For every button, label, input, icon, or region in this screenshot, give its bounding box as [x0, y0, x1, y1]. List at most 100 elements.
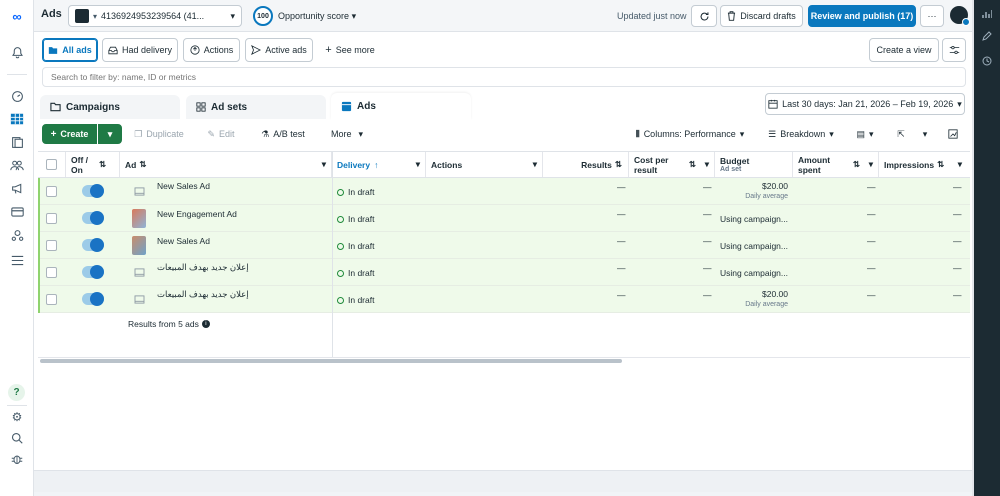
pages-icon[interactable] — [9, 134, 25, 150]
business-tools-icon[interactable] — [9, 227, 25, 243]
header-delivery[interactable]: Delivery ↑ ▾ — [332, 152, 426, 177]
header-label: Delivery — [337, 159, 371, 170]
header-off-on[interactable]: Off / On ⇅ — [66, 152, 120, 177]
export-button[interactable]: ⇱ — [890, 124, 912, 144]
breakdown-button[interactable]: ☰ Breakdown ▾ — [760, 124, 842, 144]
ad-thumbnail-placeholder — [132, 182, 146, 201]
review-and-publish-button[interactable]: Review and publish (17) — [808, 5, 916, 27]
row-checkbox[interactable] — [46, 294, 57, 305]
table-row[interactable]: New Sales Ad In draft — — $20.00 Daily a… — [38, 178, 970, 205]
more-options-button[interactable]: ··· — [920, 5, 944, 27]
ad-name[interactable]: إعلان جديد بهدف المبيعات — [157, 262, 249, 273]
results-value: — — [617, 236, 626, 246]
delivery-label: In draft — [348, 241, 375, 251]
tab-ad-sets[interactable]: Ad sets — [186, 95, 326, 119]
inbox-icon — [108, 46, 118, 54]
header-amount-spent[interactable]: Amount spent ⇅ ▾ — [793, 152, 879, 177]
charts-button[interactable] — [942, 124, 964, 144]
on-off-toggle[interactable] — [82, 238, 104, 252]
refresh-button[interactable] — [691, 5, 717, 27]
row-status-border — [38, 178, 40, 205]
tab-campaigns[interactable]: Campaigns — [40, 95, 180, 119]
ad-thumbnail-placeholder — [132, 290, 146, 309]
help-icon[interactable]: ? — [8, 384, 25, 401]
row-checkbox[interactable] — [46, 213, 57, 224]
table-row[interactable]: إعلان جديد بهدف المبيعات In draft — — Us… — [38, 259, 970, 286]
edit-button[interactable]: ✎ Edit — [198, 124, 244, 144]
results-value: — — [617, 182, 626, 192]
image-placeholder-icon — [134, 295, 144, 304]
row-checkbox[interactable] — [46, 240, 57, 251]
table-row[interactable]: New Sales Ad In draft — — Using campaign… — [38, 232, 970, 259]
filter-actions[interactable]: Actions — [183, 38, 240, 62]
ad-name[interactable]: New Sales Ad — [157, 181, 210, 191]
header-impressions[interactable]: Impressions ⇅ ▾ — [879, 152, 970, 177]
user-avatar[interactable] — [950, 6, 970, 26]
megaphone-icon[interactable] — [9, 180, 25, 196]
ads-manager-table-icon[interactable] — [9, 111, 25, 127]
audiences-people-icon[interactable] — [9, 157, 25, 173]
filter-all-ads[interactable]: All ads — [42, 38, 98, 62]
table-row[interactable]: New Engagement Ad In draft — — Using cam… — [38, 205, 970, 232]
ad-name[interactable]: إعلان جديد بهدف المبيعات — [157, 289, 249, 300]
duplicate-icon: ❐ — [134, 128, 143, 139]
tab-ads[interactable]: Ads — [331, 93, 471, 120]
opportunity-score-label[interactable]: Opportunity score ▾ — [278, 11, 356, 22]
date-range-picker[interactable]: Last 30 days: Jan 21, 2026 – Feb 19, 202… — [765, 93, 965, 115]
search-icon[interactable] — [9, 430, 25, 446]
ad-name[interactable]: New Sales Ad — [157, 236, 210, 246]
opportunity-score-badge[interactable]: 100 — [253, 6, 273, 26]
see-more-button[interactable]: + See more — [320, 38, 380, 62]
ab-test-button[interactable]: ⚗ A/B test — [254, 124, 312, 144]
meta-logo-icon[interactable]: ∞ — [9, 8, 25, 24]
create-view-button[interactable]: Create a view — [869, 38, 939, 62]
duplicate-button[interactable]: ❐ Duplicate — [128, 124, 190, 144]
row-checkbox[interactable] — [46, 267, 57, 278]
header-budget[interactable]: Budget Ad set — [715, 152, 793, 177]
horizontal-scrollbar[interactable] — [40, 359, 622, 363]
create-dropdown-button[interactable]: ▾ — [98, 124, 122, 144]
filter-active-ads[interactable]: Active ads — [245, 38, 313, 62]
more-button[interactable]: More — [326, 124, 368, 144]
columns-button[interactable]: ⦀ Columns: Performance ▾ — [627, 124, 753, 144]
export-dropdown-button[interactable]: ▾ — [914, 124, 936, 144]
header-ad[interactable]: Ad ⇅ ▾ — [120, 152, 332, 177]
info-icon[interactable]: i — [201, 320, 210, 328]
delivery-status: In draft — [337, 214, 374, 224]
bar-chart-icon[interactable] — [982, 9, 993, 21]
left-nav: ∞ ? ⚙ — [0, 0, 34, 496]
history-clock-icon[interactable] — [982, 56, 992, 68]
on-off-toggle[interactable] — [82, 292, 104, 306]
header-sublabel: Ad set — [720, 166, 742, 173]
chevron-down-icon: ▾ — [922, 128, 928, 139]
discard-drafts-button[interactable]: Discard drafts — [720, 5, 803, 27]
account-avatar — [75, 9, 89, 23]
table-row[interactable]: إعلان جديد بهدف المبيعات In draft — — $2… — [38, 286, 970, 313]
reports-button[interactable]: ▤ ▾ — [848, 124, 882, 144]
dashboard-gauge-icon[interactable] — [9, 88, 25, 104]
view-settings-button[interactable] — [942, 38, 966, 62]
notification-badge — [962, 18, 970, 26]
select-all-checkbox[interactable] — [46, 159, 57, 170]
billing-card-icon[interactable] — [9, 204, 25, 220]
opportunity-score-text: Opportunity score — [278, 11, 350, 21]
header-label: Actions — [431, 159, 463, 170]
bell-icon[interactable] — [9, 44, 25, 60]
ad-name[interactable]: New Engagement Ad — [157, 209, 237, 219]
on-off-toggle[interactable] — [82, 211, 104, 225]
cost-per-result-value: — — [703, 290, 712, 300]
row-checkbox[interactable] — [46, 186, 57, 197]
header-cost-per-result[interactable]: Cost per result ⇅ ▾ — [629, 152, 715, 177]
search-input[interactable] — [43, 68, 965, 86]
header-results[interactable]: Results ⇅ — [543, 152, 629, 177]
filter-had-delivery[interactable]: Had delivery — [102, 38, 178, 62]
settings-gear-icon[interactable]: ⚙ — [9, 409, 25, 425]
pencil-icon[interactable] — [982, 31, 992, 43]
on-off-toggle[interactable] — [82, 184, 104, 198]
menu-icon[interactable] — [9, 252, 25, 268]
header-actions[interactable]: Actions ▾ — [426, 152, 543, 177]
on-off-toggle[interactable] — [82, 265, 104, 279]
account-selector[interactable]: ▾ 4136924953239564 (41... ▾ — [68, 5, 242, 27]
bug-report-icon[interactable] — [9, 451, 25, 467]
create-button[interactable]: + Create — [42, 124, 97, 144]
